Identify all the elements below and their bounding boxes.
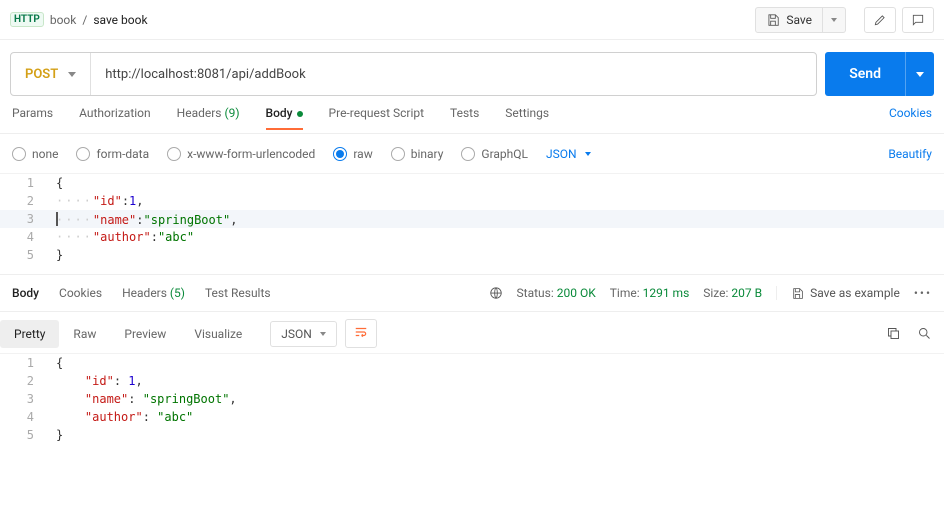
radio-formdata[interactable]: form-data [76, 147, 149, 161]
radio-xurl-label: x-www-form-urlencoded [187, 147, 315, 161]
save-label: Save [786, 13, 812, 27]
breadcrumb-sep: / [82, 13, 87, 27]
response-body-editor[interactable]: 1 { 2 "id": 1, 3 "name": "springBoot", 4… [0, 354, 944, 444]
tab-headers[interactable]: Headers (9) [177, 106, 240, 130]
copy-button[interactable] [886, 326, 901, 341]
line-number: 3 [0, 392, 46, 406]
breadcrumb-current: save book [93, 13, 147, 27]
time-value: 1291 ms [643, 286, 690, 300]
radio-graphql[interactable]: GraphQL [461, 147, 528, 161]
radio-formdata-label: form-data [96, 147, 149, 161]
request-tabs: Params Authorization Headers (9) Body Pr… [0, 96, 944, 134]
comment-button[interactable] [902, 7, 934, 33]
pencil-icon [873, 13, 887, 27]
save-dropdown[interactable] [823, 7, 846, 33]
response-tabs: Body Cookies Headers (5) Test Results St… [0, 274, 944, 312]
chevron-down-icon [585, 152, 591, 156]
comment-icon [911, 13, 925, 27]
edit-button[interactable] [864, 7, 896, 33]
url-row: POST http://localhost:8081/api/addBook S… [0, 40, 944, 96]
save-button[interactable]: Save [755, 7, 823, 33]
line-number: 4 [0, 410, 46, 424]
status-value: 200 OK [557, 286, 596, 300]
method-dropdown[interactable]: POST [11, 53, 91, 95]
chevron-down-icon [68, 72, 76, 77]
cookies-link[interactable]: Cookies [889, 106, 932, 120]
line-number: 3 [0, 212, 46, 226]
tab-body-label: Body [266, 106, 293, 120]
line-number: 5 [0, 248, 46, 262]
url-input[interactable]: http://localhost:8081/api/addBook [91, 53, 816, 95]
wrap-lines-button[interactable] [345, 319, 377, 348]
tab-params[interactable]: Params [12, 106, 53, 130]
breadcrumb: book / save book [50, 13, 148, 27]
radio-xurl[interactable]: x-www-form-urlencoded [167, 147, 315, 161]
response-format-dropdown[interactable]: JSON [270, 321, 337, 347]
save-example-label: Save as example [810, 286, 900, 300]
radio-binary[interactable]: binary [391, 147, 444, 161]
view-raw[interactable]: Raw [59, 320, 110, 348]
tab-header: HTTP book / save book Save [0, 0, 944, 40]
more-menu[interactable]: ••• [914, 286, 932, 300]
search-button[interactable] [917, 326, 932, 341]
chevron-down-icon [916, 72, 924, 77]
line-number: 2 [0, 194, 46, 208]
radio-none[interactable]: none [12, 147, 58, 161]
content-type-value: JSON [546, 147, 577, 161]
send-dropdown[interactable] [905, 52, 934, 96]
method-value: POST [25, 67, 58, 82]
send-button[interactable]: Send [825, 52, 905, 96]
save-icon [791, 287, 804, 300]
view-pretty[interactable]: Pretty [0, 320, 59, 348]
radio-graphql-label: GraphQL [481, 147, 528, 161]
resp-tab-headers[interactable]: Headers (5) [122, 286, 185, 300]
tab-tests[interactable]: Tests [450, 106, 479, 130]
body-content-type-dropdown[interactable]: JSON [546, 147, 591, 161]
line-number: 5 [0, 428, 46, 442]
modified-dot-icon [297, 111, 303, 117]
chevron-down-icon [831, 18, 837, 22]
beautify-link[interactable]: Beautify [888, 147, 932, 161]
resp-tab-body[interactable]: Body [12, 286, 39, 300]
status-block: Status: 200 OK [517, 286, 596, 300]
headers-count: (9) [224, 106, 239, 120]
http-badge: HTTP [10, 12, 44, 27]
radio-none-label: none [32, 147, 58, 161]
response-view-tabs: Pretty Raw Preview Visualize JSON [0, 312, 944, 354]
body-type-row: none form-data x-www-form-urlencoded raw… [0, 134, 944, 174]
chevron-down-icon [320, 332, 326, 336]
response-format-value: JSON [281, 327, 312, 341]
save-as-example-button[interactable]: Save as example [776, 286, 900, 300]
size-block: Size: 207 B [703, 286, 762, 300]
tab-authorization[interactable]: Authorization [79, 106, 151, 130]
resp-tab-tests[interactable]: Test Results [205, 286, 271, 300]
line-number: 1 [0, 356, 46, 370]
tab-prerequest[interactable]: Pre-request Script [329, 106, 424, 130]
request-body-editor[interactable]: 1 { 2 ····"id":1, 3 ····"name":"springBo… [0, 174, 944, 264]
size-value: 207 B [731, 286, 762, 300]
resp-headers-label: Headers [122, 286, 167, 300]
radio-raw[interactable]: raw [333, 147, 372, 161]
time-block: Time: 1291 ms [610, 286, 690, 300]
line-number: 2 [0, 374, 46, 388]
tab-headers-label: Headers [177, 106, 222, 120]
resp-tab-cookies[interactable]: Cookies [59, 286, 102, 300]
tab-body[interactable]: Body [266, 106, 303, 130]
radio-raw-label: raw [353, 147, 372, 161]
tab-settings[interactable]: Settings [505, 106, 549, 130]
line-number: 4 [0, 230, 46, 244]
resp-headers-count: (5) [170, 286, 185, 300]
line-number: 1 [0, 176, 46, 190]
view-preview[interactable]: Preview [110, 320, 180, 348]
save-icon [766, 13, 780, 27]
radio-binary-label: binary [411, 147, 444, 161]
breadcrumb-parent[interactable]: book [50, 13, 77, 27]
globe-icon[interactable] [489, 286, 503, 300]
view-visualize[interactable]: Visualize [180, 320, 256, 348]
